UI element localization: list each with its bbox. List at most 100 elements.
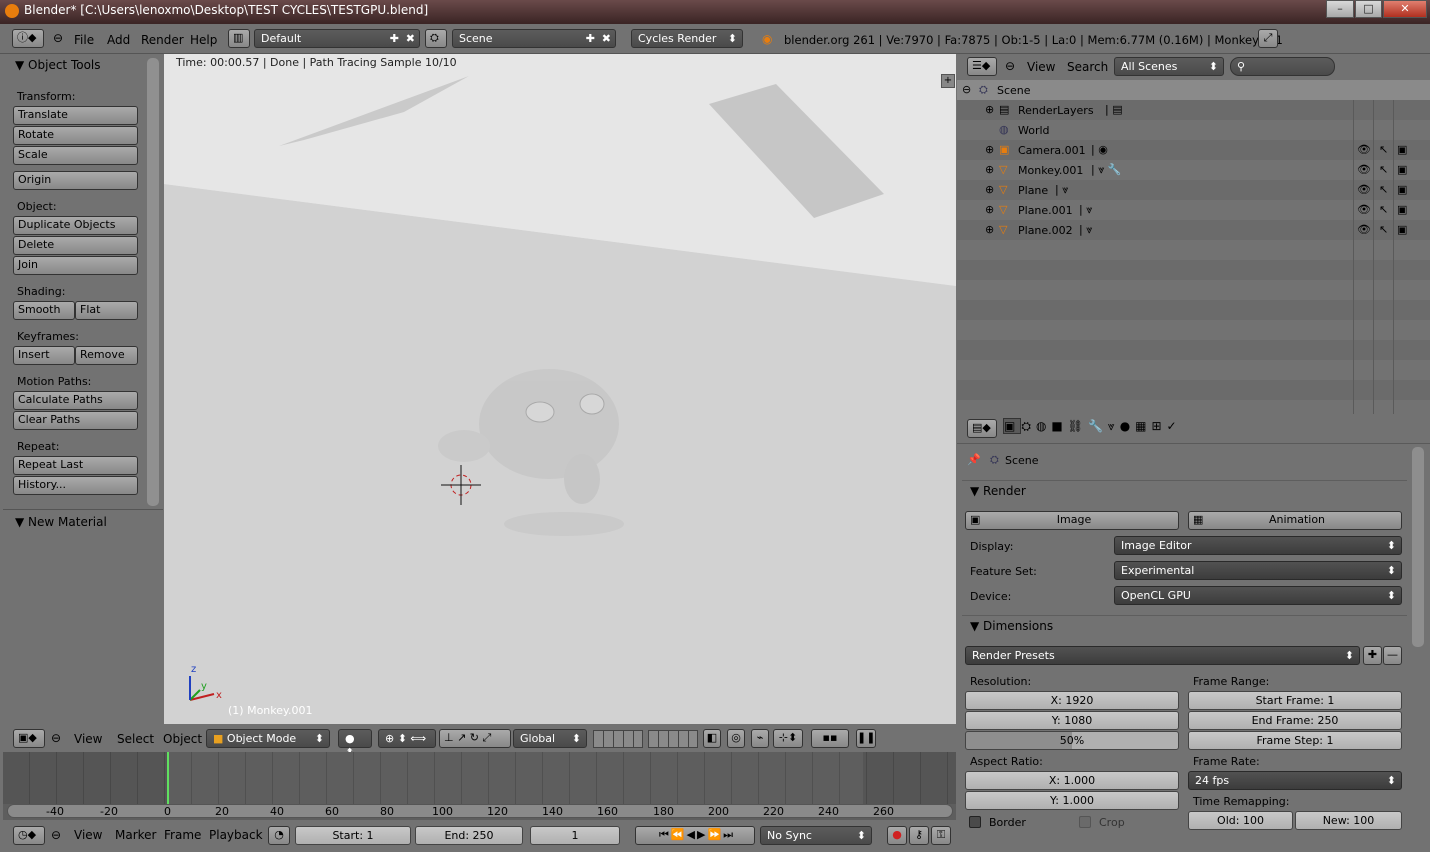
render-presets-select[interactable]: Render Presets ⬍	[965, 646, 1360, 665]
visibility-eye-icon[interactable]: 👁	[1357, 143, 1371, 156]
outliner-row-camera[interactable]: ⊕ ▣ Camera.001 | ◉ 👁 ↖ ▣	[957, 140, 1430, 160]
mode-select[interactable]: ■ Object Mode ⬍	[206, 729, 330, 748]
camera-icon[interactable]: ▪▪	[823, 731, 838, 744]
menu-playback[interactable]: Playback	[209, 828, 263, 842]
properties-toggle-icon[interactable]: +	[941, 74, 955, 88]
menu-render[interactable]: Render	[141, 33, 184, 47]
timeline-area[interactable]: -40 -20 0 20 40 60 80 100 120 140 160 18…	[3, 752, 956, 820]
start-frame-field[interactable]: Start Frame: 1	[1188, 691, 1402, 710]
menu-search[interactable]: Search	[1067, 60, 1108, 74]
proportional-edit-icon[interactable]: ◎	[727, 729, 745, 748]
render-tab-icon[interactable]: ▣	[1003, 418, 1022, 434]
info-editor-type-button[interactable]: ⓘ◆	[12, 29, 44, 48]
outliner-row-monkey[interactable]: ⊕ ▽ Monkey.001 | ⩔ 🔧 👁 ↖ ▣	[957, 160, 1430, 180]
dimensions-panel-header[interactable]: ▼ Dimensions	[970, 619, 1053, 633]
manipulator-icon[interactable]: ⊥ ↗ ↻ ⤢	[444, 731, 491, 744]
resolution-y-field[interactable]: Y: 1080	[965, 711, 1179, 730]
render-camera-icon[interactable]: ▣	[1397, 183, 1407, 196]
maximize-button[interactable]: □	[1355, 0, 1382, 18]
pin-icon[interactable]: 📌	[967, 453, 981, 466]
collapse-toggle-icon[interactable]: ⊖	[962, 83, 971, 96]
render-image-button[interactable]: ▣ Image	[965, 511, 1179, 530]
collapse-icon[interactable]: ⊖	[51, 828, 61, 842]
crop-checkbox[interactable]	[1079, 816, 1091, 828]
render-buttons[interactable]: ▪▪	[811, 729, 849, 748]
aspect-y-field[interactable]: Y: 1.000	[965, 791, 1179, 810]
scale-button[interactable]: Scale	[13, 146, 138, 165]
scene-select[interactable]: Scene ✚ ✖	[452, 29, 616, 48]
border-checkbox[interactable]	[969, 816, 981, 828]
outliner-row-scene[interactable]: ⊖ ⛭ Scene	[957, 80, 1430, 100]
expand-toggle-icon[interactable]: ⊕	[985, 103, 994, 116]
select-cursor-icon[interactable]: ↖	[1379, 143, 1388, 156]
minimize-button[interactable]: –	[1326, 0, 1354, 18]
expand-toggle-icon[interactable]: ⊕	[985, 203, 994, 216]
resolution-percentage-slider[interactable]: 50%	[965, 731, 1179, 750]
object-tools-header[interactable]: ▼ Object Tools	[15, 58, 101, 72]
end-frame-field[interactable]: End: 250	[415, 826, 523, 845]
properties-scrollbar[interactable]	[1412, 447, 1424, 647]
aspect-x-field[interactable]: X: 1.000	[965, 771, 1179, 790]
menu-frame[interactable]: Frame	[164, 828, 201, 842]
frame-step-field[interactable]: Frame Step: 1	[1188, 731, 1402, 750]
snap-element-select[interactable]: ⊹⬍	[773, 729, 803, 748]
render-camera-icon[interactable]: ▣	[1397, 143, 1407, 156]
view3d-editor-type-button[interactable]: ▣◆	[13, 729, 45, 748]
preview-range-icon[interactable]: ◔	[268, 826, 290, 845]
display-select[interactable]: Image Editor ⬍	[1114, 536, 1402, 555]
snap-icon[interactable]: ⌁	[751, 729, 769, 748]
keying-icon[interactable]: ⚷	[909, 826, 929, 845]
rotate-button[interactable]: Rotate	[13, 126, 138, 145]
select-cursor-icon[interactable]: ↖	[1379, 203, 1388, 216]
close-button[interactable]: ✕	[1383, 0, 1427, 18]
outliner-row-plane-002[interactable]: ⊕ ▽ Plane.002 | ⩔ 👁 ↖ ▣	[957, 220, 1430, 240]
time-new-field[interactable]: New: 100	[1295, 811, 1402, 830]
feature-set-select[interactable]: Experimental ⬍	[1114, 561, 1402, 580]
expand-toggle-icon[interactable]: ⊕	[985, 163, 994, 176]
calculate-paths-button[interactable]: Calculate Paths	[13, 391, 138, 410]
render-camera-icon[interactable]: ▣	[1397, 203, 1407, 216]
timeline-editor-type-button[interactable]: ◷◆	[13, 826, 45, 845]
outliner-row-plane-001[interactable]: ⊕ ▽ Plane.001 | ⩔ 👁 ↖ ▣	[957, 200, 1430, 220]
new-material-header[interactable]: ▼ New Material	[15, 515, 107, 529]
tool-shelf-scrollbar[interactable]	[147, 58, 159, 506]
menu-view[interactable]: View	[74, 828, 102, 842]
remove-scene-icon[interactable]: ✖	[602, 32, 611, 46]
select-cursor-icon[interactable]: ↖	[1379, 163, 1388, 176]
outliner-row-world[interactable]: ◍ World	[957, 120, 1430, 140]
collapse-icon[interactable]: ⊖	[53, 31, 63, 45]
visibility-eye-icon[interactable]: 👁	[1357, 163, 1371, 176]
keyframe-icon[interactable]: ⚿	[931, 826, 951, 845]
menu-file[interactable]: File	[74, 33, 94, 47]
playback-controls[interactable]: ⏮⏪◀▶⏩⏭	[635, 826, 755, 845]
history-button[interactable]: History...	[13, 476, 138, 495]
menu-marker[interactable]: Marker	[115, 828, 156, 842]
add-scene-icon[interactable]: ✚	[586, 32, 595, 46]
menu-add[interactable]: Add	[107, 33, 130, 47]
sync-select[interactable]: No Sync ⬍	[760, 826, 872, 845]
outliner-editor-type-button[interactable]: ☰◆	[967, 57, 997, 76]
context-tabs[interactable]: ▣⛭◍■⛓🔧⩔●▦⊞✓	[1003, 418, 1233, 439]
expand-toggle-icon[interactable]: ⊕	[985, 223, 994, 236]
visibility-eye-icon[interactable]: 👁	[1357, 223, 1371, 236]
display-mode-select[interactable]: All Scenes ⬍	[1114, 57, 1224, 76]
expand-toggle-icon[interactable]: ⊕	[985, 183, 994, 196]
menu-view[interactable]: View	[1027, 60, 1055, 74]
select-cursor-icon[interactable]: ↖	[1379, 183, 1388, 196]
flat-button[interactable]: Flat	[75, 301, 138, 320]
collapse-icon[interactable]: ⊖	[1005, 59, 1015, 73]
time-old-field[interactable]: Old: 100	[1188, 811, 1293, 830]
record-icon[interactable]: ●	[887, 826, 907, 845]
layout-icon[interactable]: ▥	[228, 29, 250, 48]
menu-select[interactable]: Select	[117, 732, 154, 746]
visibility-eye-icon[interactable]: 👁	[1357, 183, 1371, 196]
repeat-last-button[interactable]: Repeat Last	[13, 456, 138, 475]
menu-help[interactable]: Help	[190, 33, 217, 47]
remove-layout-icon[interactable]: ✖	[406, 32, 415, 46]
render-engine-select[interactable]: Cycles Render ⬍	[631, 29, 743, 48]
origin-button[interactable]: Origin	[13, 171, 138, 190]
outliner-search-input[interactable]: ⚲	[1230, 57, 1335, 76]
translate-button[interactable]: Translate	[13, 106, 138, 125]
duplicate-objects-button[interactable]: Duplicate Objects	[13, 216, 138, 235]
current-frame-line[interactable]	[167, 752, 169, 804]
